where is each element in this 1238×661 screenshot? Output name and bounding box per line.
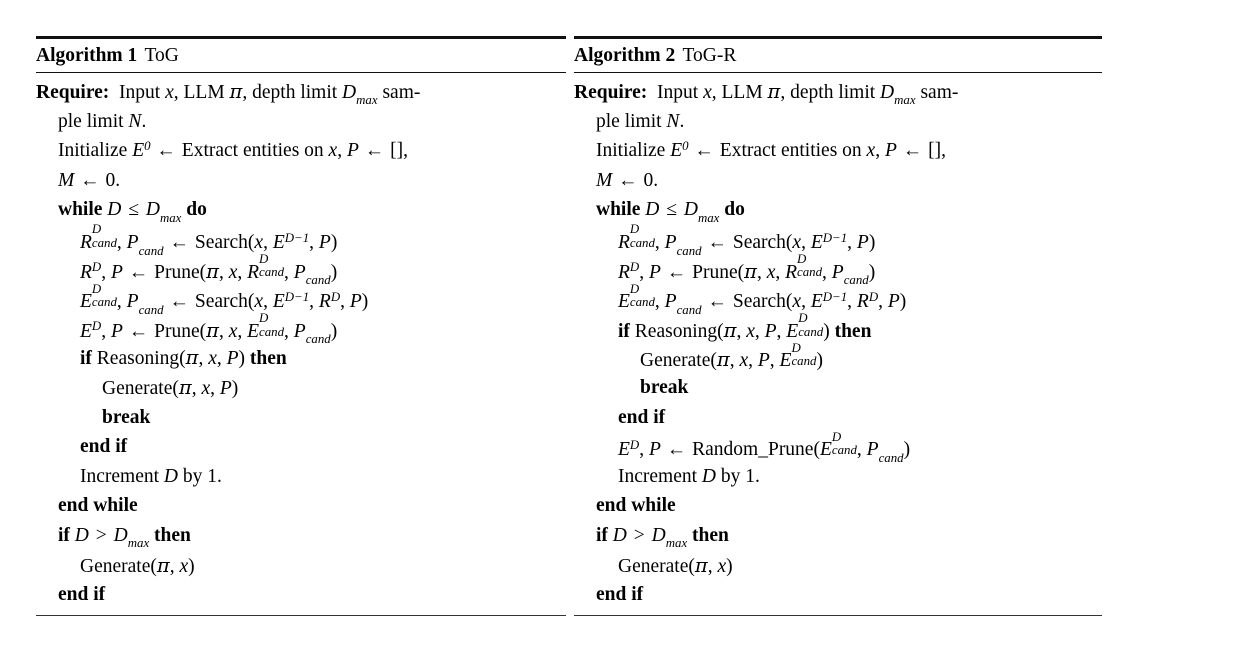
algorithm-line-if-reasoning: if Reasoning(π, x, P, E Dcand) then [618,311,872,342]
algorithm-line-prune-entities: ED, P ← Prune(π, x, E Dcand, Pcand) [80,311,338,347]
algorithm-line-break: break [640,376,689,398]
algorithm-line-increment: Increment D by 1. [80,465,222,487]
algorithm-line-search-entities: E Dcand, Pcand ← Search(x, ED−1, RD, P) [618,281,907,317]
algorithm-bottom-rule [36,614,566,616]
algorithm-line-end-while: end while [596,495,676,517]
algorithm-line-init-m: M ← 0. [596,169,659,191]
algorithm-line-initialize: Initialize E0 ← Extract entities on x, P… [58,138,408,162]
algorithm-title-tog: Algorithm 1 ToG [36,42,566,70]
algorithm-title-togr: Algorithm 2 ToG-R [574,42,1102,70]
algorithm-line-generate: Generate(π, x, P) [102,375,239,399]
algorithm-top-rule [36,36,566,39]
algorithm-line-if-depth: if D > Dmax then [58,524,191,551]
algorithm-body-togr: Require: Input x, LLM π, depth limit Dma… [574,77,1102,610]
algorithm-line-prune-relations: RD, P ← Prune(π, x, R Dcand, Pcand) [618,252,876,288]
algorithm-label: Algorithm 1 [36,45,138,66]
algorithm-label: Algorithm 2 [574,45,676,66]
algorithm-title-rule [36,72,566,73]
algorithm-block-tog: Algorithm 1 ToG Require: Input x, LLM π,… [36,36,566,616]
algorithm-title-rule [574,72,1102,73]
algorithm-line-require: Require: Input x, LLM π, depth limit Dma… [574,80,959,108]
algorithm-block-togr: Algorithm 2 ToG-R Require: Input x, LLM … [574,36,1102,616]
algorithm-line-end-if-outer: end if [596,584,644,606]
algorithm-line-generate-final: Generate(π, x) [80,553,195,577]
algorithm-line-require-cont: ple limit N. [58,110,147,132]
algorithm-line-search-relations: R Dcand, Pcand ← Search(x, ED−1, P) [80,222,338,258]
algorithm-line-random-prune: ED, P ← Random_Prune(E Dcand, Pcand) [618,429,911,465]
algorithm-line-while: while D ≤ Dmax do [596,199,745,225]
algorithm-bottom-rule [574,614,1102,616]
algorithm-body-tog: Require: Input x, LLM π, depth limit Dma… [36,77,566,610]
algorithm-name: ToG-R [682,45,737,66]
algorithm-line-while: while D ≤ Dmax do [58,199,207,225]
algorithm-line-require-cont: ple limit N. [596,110,685,132]
algorithm-line-generate-final: Generate(π, x) [618,553,733,577]
algorithm-line-init-m: M ← 0. [58,169,121,191]
algorithm-line-if-depth: if D > Dmax then [596,524,729,551]
algorithm-line-increment: Increment D by 1. [618,465,760,487]
algorithm-line-break: break [102,406,151,428]
algorithm-line-require: Require: Input x, LLM π, depth limit Dma… [36,80,421,108]
algorithm-line-end-if-outer: end if [58,584,106,606]
algorithm-top-rule [574,36,1102,39]
algorithm-line-end-if-inner: end if [618,406,666,428]
algorithm-line-generate: Generate(π, x, P, E Dcand) [640,340,823,372]
algorithm-line-initialize: Initialize E0 ← Extract entities on x, P… [596,138,946,162]
algorithm-figure: Algorithm 1 ToG Require: Input x, LLM π,… [0,0,1238,661]
algorithm-line-end-if-inner: end if [80,436,128,458]
algorithm-line-if-reasoning: if Reasoning(π, x, P) then [80,346,287,370]
algorithm-line-prune-relations: RD, P ← Prune(π, x, R Dcand, Pcand) [80,252,338,288]
algorithm-name: ToG [144,45,179,66]
algorithm-line-search-relations: R Dcand, Pcand ← Search(x, ED−1, P) [618,222,876,258]
algorithm-line-end-while: end while [58,495,138,517]
algorithm-line-search-entities: E Dcand, Pcand ← Search(x, ED−1, RD, P) [80,281,369,317]
